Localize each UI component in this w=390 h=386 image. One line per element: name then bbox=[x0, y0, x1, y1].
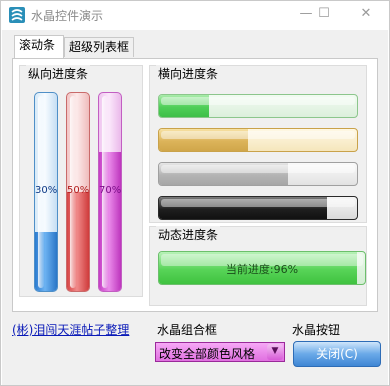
horizontal-progress-silver bbox=[158, 162, 358, 186]
app-icon bbox=[8, 6, 26, 24]
color-style-combo[interactable]: 改变全部颜色风格 ▼ bbox=[155, 342, 285, 362]
window-title: 水晶控件演示 bbox=[31, 9, 104, 23]
crystal-button-label: 水晶按钮 bbox=[292, 323, 341, 337]
horizontal-group-title: 横向进度条 bbox=[156, 65, 221, 82]
chevron-down-icon[interactable]: ▼ bbox=[267, 344, 283, 360]
horizontal-progress-black bbox=[158, 196, 358, 220]
title-bar[interactable]: 水晶控件演示 — ☐ ✕ bbox=[1, 1, 389, 29]
dynamic-progress-group: 动态进度条 当前进度:96% bbox=[149, 226, 367, 306]
tab-super-listbox[interactable]: 超级列表框 bbox=[64, 37, 134, 57]
vertical-group-title: 纵向进度条 bbox=[26, 65, 91, 82]
horizontal-progress-gold bbox=[158, 128, 358, 152]
tab-panel: 纵向进度条 30% 50% 70% 横向进度条 动态进度条 当前进度:96% bbox=[12, 58, 378, 312]
close-button[interactable]: 关闭(C) bbox=[293, 341, 381, 367]
vertical-progress-pink-label: 70% bbox=[99, 185, 122, 196]
combo-selected-value: 改变全部颜色风格 bbox=[159, 347, 256, 361]
vertical-progress-blue: 30% bbox=[34, 92, 58, 292]
app-window: 水晶控件演示 — ☐ ✕ 滚动条 超级列表框 纵向进度条 30% 50% 70%… bbox=[0, 0, 390, 386]
vertical-progress-red-label: 50% bbox=[67, 185, 90, 196]
dynamic-progress-label: 当前进度:96% bbox=[225, 263, 299, 276]
vertical-progress-red: 50% bbox=[66, 92, 90, 292]
maximize-button[interactable]: ☐ bbox=[313, 5, 335, 23]
vertical-progress-blue-label: 30% bbox=[35, 185, 58, 196]
close-window-button[interactable]: ✕ bbox=[355, 5, 377, 23]
horizontal-progress-green bbox=[158, 94, 358, 118]
crystal-combo-label: 水晶组合框 bbox=[157, 323, 218, 337]
dynamic-group-title: 动态进度条 bbox=[156, 226, 221, 243]
forum-link[interactable]: (彬)泪闯天涯帖子整理 bbox=[12, 321, 129, 338]
horizontal-progress-group: 横向进度条 bbox=[149, 65, 367, 223]
client-area: 滚动条 超级列表框 纵向进度条 30% 50% 70% 横向进度条 动态进度条 … bbox=[2, 30, 388, 385]
vertical-progress-group: 纵向进度条 30% 50% 70% bbox=[19, 65, 143, 297]
vertical-progress-pink: 70% bbox=[98, 92, 122, 292]
dynamic-progress-bar: 当前进度:96% bbox=[158, 251, 366, 285]
tab-scrollbar[interactable]: 滚动条 bbox=[14, 35, 64, 58]
